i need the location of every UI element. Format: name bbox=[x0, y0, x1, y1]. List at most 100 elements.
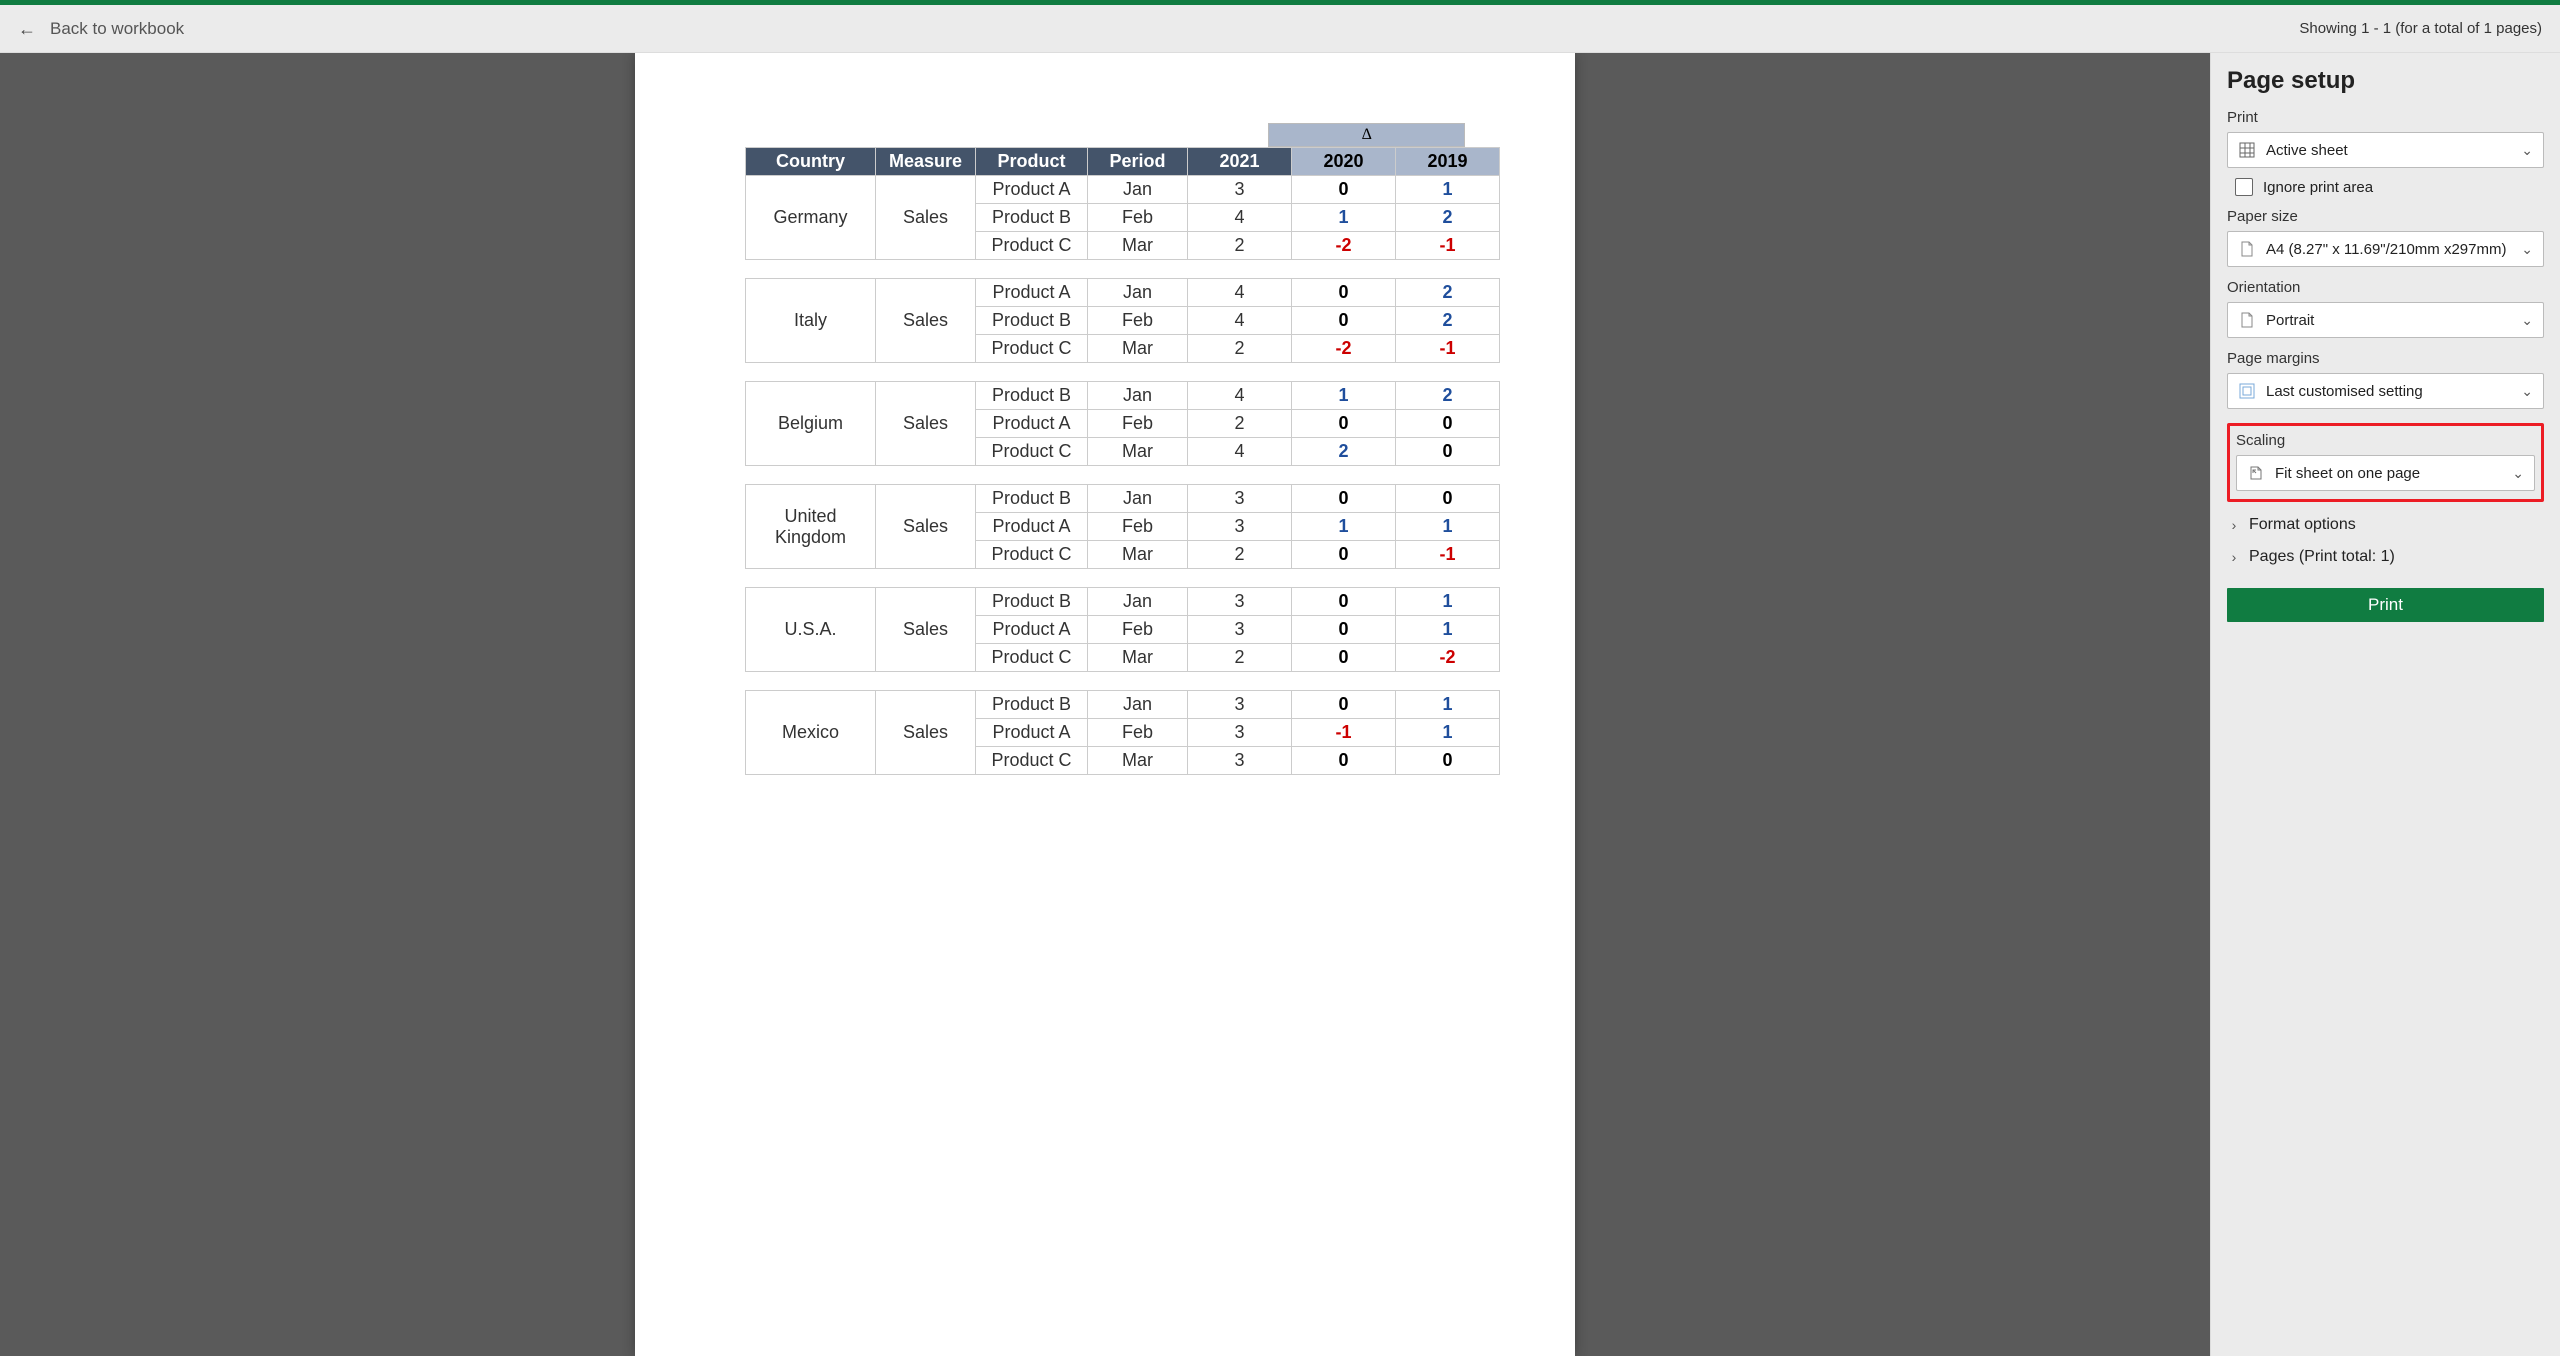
product-cell: Product A bbox=[976, 176, 1088, 204]
delta-header-row: Δ bbox=[745, 123, 1465, 147]
country-cell: Italy bbox=[746, 279, 876, 363]
country-cell: Belgium bbox=[746, 382, 876, 466]
period-cell: Mar bbox=[1088, 644, 1188, 672]
measure-cell: Sales bbox=[876, 279, 976, 363]
period-cell: Feb bbox=[1088, 204, 1188, 232]
scaling-select[interactable]: Fit sheet on one page ⌄ bbox=[2236, 455, 2535, 491]
value-2020: 0 bbox=[1292, 541, 1396, 569]
print-preview-area[interactable]: ΔCountryMeasureProductPeriod202120202019… bbox=[0, 53, 2210, 1356]
product-cell: Product B bbox=[976, 588, 1088, 616]
top-bar: ← Back to workbook Showing 1 - 1 (for a … bbox=[0, 5, 2560, 53]
ignore-print-area-checkbox[interactable]: Ignore print area bbox=[2227, 178, 2544, 196]
ignore-print-area-label: Ignore print area bbox=[2263, 179, 2373, 196]
measure-cell: Sales bbox=[876, 485, 976, 569]
delta-symbol: Δ bbox=[1268, 123, 1465, 147]
checkbox-icon bbox=[2235, 178, 2253, 196]
print-button[interactable]: Print bbox=[2227, 588, 2544, 622]
portrait-icon bbox=[2238, 311, 2256, 329]
paper-size-select[interactable]: A4 (8.27" x 11.69"/210mm x297mm) ⌄ bbox=[2227, 231, 2544, 267]
table-row: U.S.A.SalesProduct BJan301 bbox=[746, 588, 1500, 616]
product-cell: Product B bbox=[976, 382, 1088, 410]
back-to-workbook-button[interactable]: ← Back to workbook bbox=[18, 19, 184, 39]
col-product: Product bbox=[976, 148, 1088, 176]
value-2020: -2 bbox=[1292, 232, 1396, 260]
pages-toggle[interactable]: › Pages (Print total: 1) bbox=[2227, 548, 2544, 566]
value-2019: 2 bbox=[1396, 307, 1500, 335]
margins-value: Last customised setting bbox=[2266, 383, 2511, 400]
value-2019: 2 bbox=[1396, 279, 1500, 307]
pages-label: Pages (Print total: 1) bbox=[2249, 548, 2395, 566]
value-2021: 3 bbox=[1188, 176, 1292, 204]
value-2020: 0 bbox=[1292, 588, 1396, 616]
value-2019: 1 bbox=[1396, 719, 1500, 747]
value-2021: 3 bbox=[1188, 616, 1292, 644]
value-2019: -1 bbox=[1396, 541, 1500, 569]
product-cell: Product A bbox=[976, 719, 1088, 747]
format-options-label: Format options bbox=[2249, 516, 2356, 534]
fit-page-icon bbox=[2247, 464, 2265, 482]
period-cell: Mar bbox=[1088, 335, 1188, 363]
value-2020: 0 bbox=[1292, 307, 1396, 335]
value-2021: 4 bbox=[1188, 279, 1292, 307]
data-block: BelgiumSalesProduct BJan412Product AFeb2… bbox=[745, 381, 1465, 466]
period-cell: Jan bbox=[1088, 588, 1188, 616]
measure-cell: Sales bbox=[876, 382, 976, 466]
period-cell: Feb bbox=[1088, 719, 1188, 747]
value-2019: 1 bbox=[1396, 513, 1500, 541]
col-country: Country bbox=[746, 148, 876, 176]
value-2020: 0 bbox=[1292, 616, 1396, 644]
scaling-value: Fit sheet on one page bbox=[2275, 465, 2502, 482]
value-2021: 3 bbox=[1188, 747, 1292, 775]
product-cell: Product A bbox=[976, 616, 1088, 644]
data-table: BelgiumSalesProduct BJan412Product AFeb2… bbox=[745, 381, 1500, 466]
product-cell: Product C bbox=[976, 438, 1088, 466]
table-row: GermanySalesProduct AJan301 bbox=[746, 176, 1500, 204]
value-2021: 3 bbox=[1188, 588, 1292, 616]
col-2021: 2021 bbox=[1188, 148, 1292, 176]
format-options-toggle[interactable]: › Format options bbox=[2227, 516, 2544, 534]
value-2021: 4 bbox=[1188, 307, 1292, 335]
value-2021: 4 bbox=[1188, 382, 1292, 410]
value-2020: 0 bbox=[1292, 410, 1396, 438]
orientation-select[interactable]: Portrait ⌄ bbox=[2227, 302, 2544, 338]
value-2020: 0 bbox=[1292, 691, 1396, 719]
value-2020: 2 bbox=[1292, 438, 1396, 466]
value-2019: -1 bbox=[1396, 232, 1500, 260]
country-cell: Mexico bbox=[746, 691, 876, 775]
value-2019: 1 bbox=[1396, 616, 1500, 644]
table-header-row: CountryMeasureProductPeriod202120202019 bbox=[746, 148, 1500, 176]
product-cell: Product B bbox=[976, 204, 1088, 232]
value-2020: 1 bbox=[1292, 382, 1396, 410]
col-2019: 2019 bbox=[1396, 148, 1500, 176]
country-cell: Germany bbox=[746, 176, 876, 260]
period-cell: Jan bbox=[1088, 279, 1188, 307]
product-cell: Product A bbox=[976, 410, 1088, 438]
page-icon bbox=[2238, 240, 2256, 258]
data-block: United KingdomSalesProduct BJan300Produc… bbox=[745, 484, 1465, 569]
print-what-select[interactable]: Active sheet ⌄ bbox=[2227, 132, 2544, 168]
data-table: CountryMeasureProductPeriod202120202019G… bbox=[745, 147, 1500, 260]
value-2019: 2 bbox=[1396, 204, 1500, 232]
chevron-down-icon: ⌄ bbox=[2521, 383, 2533, 400]
col-measure: Measure bbox=[876, 148, 976, 176]
table-row: United KingdomSalesProduct BJan300 bbox=[746, 485, 1500, 513]
value-2021: 4 bbox=[1188, 204, 1292, 232]
value-2021: 2 bbox=[1188, 541, 1292, 569]
product-cell: Product C bbox=[976, 335, 1088, 363]
print-section-label: Print bbox=[2227, 109, 2544, 126]
period-cell: Mar bbox=[1088, 541, 1188, 569]
value-2019: 0 bbox=[1396, 747, 1500, 775]
value-2021: 3 bbox=[1188, 513, 1292, 541]
value-2019: -1 bbox=[1396, 335, 1500, 363]
value-2019: 1 bbox=[1396, 691, 1500, 719]
product-cell: Product A bbox=[976, 513, 1088, 541]
panel-title: Page setup bbox=[2227, 67, 2544, 95]
value-2020: 0 bbox=[1292, 747, 1396, 775]
value-2021: 3 bbox=[1188, 719, 1292, 747]
data-block: CountryMeasureProductPeriod202120202019G… bbox=[745, 147, 1465, 260]
margins-select[interactable]: Last customised setting ⌄ bbox=[2227, 373, 2544, 409]
value-2019: 1 bbox=[1396, 588, 1500, 616]
product-cell: Product C bbox=[976, 541, 1088, 569]
col-2020: 2020 bbox=[1292, 148, 1396, 176]
value-2020: 0 bbox=[1292, 279, 1396, 307]
